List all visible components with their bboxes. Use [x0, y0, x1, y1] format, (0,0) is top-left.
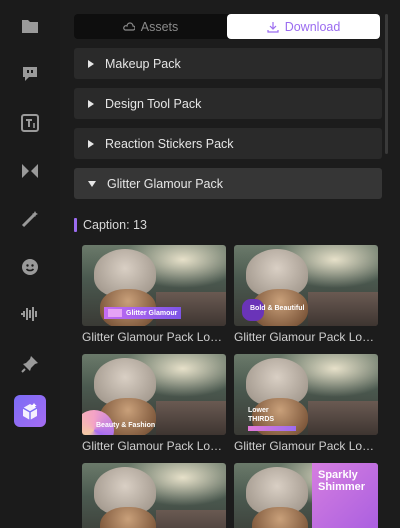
caret-right-icon: [88, 139, 94, 148]
pack-row-reaction-stickers[interactable]: Reaction Stickers Pack: [74, 128, 382, 159]
tab-download-label: Download: [284, 19, 341, 34]
caption-thumbnail: Lower THIRDS: [234, 354, 378, 435]
caption-accent-bar: [74, 218, 77, 232]
tab-bar: Assets Download: [74, 14, 380, 39]
pack-row-glitter-glamour[interactable]: Glitter Glamour Pack: [74, 168, 382, 199]
transition-icon[interactable]: [14, 155, 46, 187]
caret-down-icon: [88, 180, 96, 187]
card-label: Glitter Glamour Pack Lower Thirds 2: [234, 330, 382, 344]
packs-icon[interactable]: [14, 395, 46, 427]
caption-thumbnail: Sparkly Shimmer: [234, 463, 378, 528]
caret-right-icon: [88, 99, 94, 108]
caption-thumbnail: [82, 463, 226, 528]
pack-label: Glitter Glamour Pack: [107, 176, 224, 191]
tab-assets-label: Assets: [140, 19, 179, 34]
caption-thumbnail: Glitter Glamour: [82, 245, 226, 326]
overlay-text: Bold & Beautiful: [242, 299, 304, 321]
scrollbar[interactable]: [385, 14, 388, 154]
chat-icon[interactable]: [14, 58, 46, 90]
overlay-text: Glitter Glamour: [104, 307, 182, 319]
main-panel: Assets Download Makeup Pack Design Tool …: [68, 0, 388, 528]
sticker-icon[interactable]: [14, 251, 46, 283]
pin-icon[interactable]: [14, 348, 46, 380]
caption-thumbnail: Bold & Beautiful: [234, 245, 378, 326]
overlay-text: Beauty & Fashion: [82, 410, 155, 435]
caption-card[interactable]: Beauty & Fashion Glitter Glamour Pack Lo…: [82, 354, 230, 453]
audio-icon[interactable]: [14, 298, 46, 330]
pack-row-design-tool[interactable]: Design Tool Pack: [74, 88, 382, 119]
caret-right-icon: [88, 59, 94, 68]
caption-card[interactable]: Lower THIRDS Glitter Glamour Pack Lower …: [234, 354, 382, 453]
caption-label: Caption: 13: [83, 218, 147, 232]
card-label: Glitter Glamour Pack Lower Thirds 1: [82, 330, 230, 344]
card-label: Glitter Glamour Pack Lower Thirds 4: [234, 439, 382, 453]
tab-download[interactable]: Download: [227, 14, 380, 39]
folder-icon[interactable]: [14, 10, 46, 42]
magic-wand-icon[interactable]: [14, 203, 46, 235]
tab-assets[interactable]: Assets: [74, 14, 227, 39]
left-rail: [0, 0, 60, 528]
pack-label: Design Tool Pack: [105, 96, 202, 111]
cloud-icon: [122, 21, 135, 31]
pack-row-makeup[interactable]: Makeup Pack: [74, 48, 382, 79]
pack-label: Reaction Stickers Pack: [105, 136, 234, 151]
card-label: Glitter Glamour Pack Lower Thirds 3: [82, 439, 230, 453]
pack-label: Makeup Pack: [105, 56, 181, 71]
overlay-text: Lower THIRDS: [248, 406, 296, 431]
overlay-text: Sparkly Shimmer: [312, 463, 378, 528]
app-window: Assets Download Makeup Pack Design Tool …: [0, 0, 400, 528]
caption-card[interactable]: Bold & Beautiful Glitter Glamour Pack Lo…: [234, 245, 382, 344]
caption-card[interactable]: Glitter Glamour Glitter Glamour Pack Low…: [82, 245, 230, 344]
download-icon: [267, 21, 279, 33]
caption-card[interactable]: Sparkly Shimmer: [234, 463, 378, 528]
text-icon[interactable]: [14, 107, 46, 139]
caption-thumbnail: Beauty & Fashion: [82, 354, 226, 435]
caption-card[interactable]: [82, 463, 226, 528]
caption-header: Caption: 13: [74, 218, 147, 232]
